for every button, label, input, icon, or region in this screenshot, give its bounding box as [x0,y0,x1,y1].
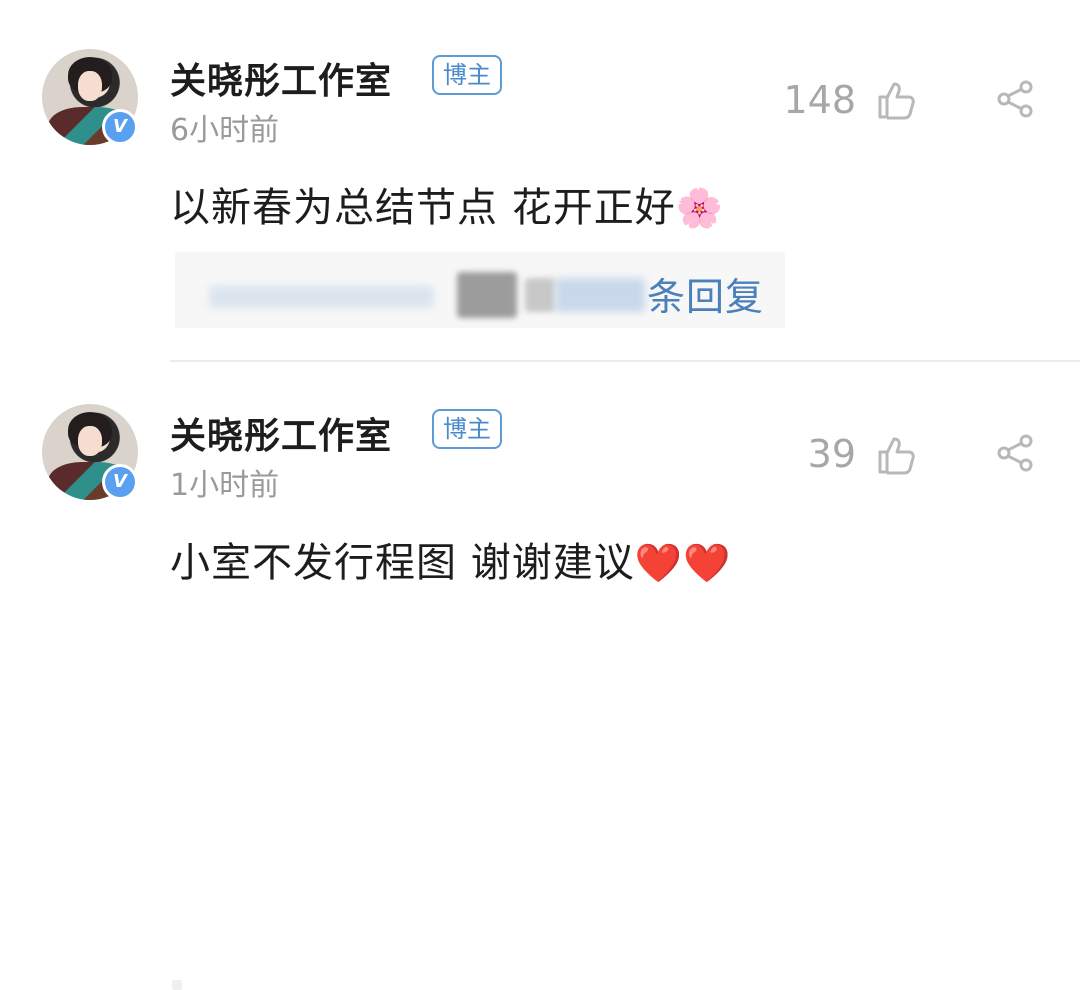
blurred-reply-count [555,278,645,312]
verified-icon: V [102,109,138,145]
thumbs-up-icon[interactable] [874,434,916,476]
reply-preview[interactable]: 条回复 [175,252,785,328]
like-count: 39 [807,432,856,476]
divider [172,980,182,990]
blogger-badge: 博主 [432,55,502,95]
author-name[interactable]: 关晓彤工作室 [170,52,392,104]
comment-text: 以新春为总结节点 花开正好🌸 [170,175,724,233]
comment-text: 小室不发行程图 谢谢建议❤️❤️ [170,530,731,588]
heart-icon: ❤️❤️ [634,541,732,585]
blurred-reply-text [525,278,555,312]
comment-time: 1小时前 [170,468,280,503]
comment-text-body: 小室不发行程图 谢谢建议 [170,540,635,586]
verified-icon: V [102,464,138,500]
comment-item: V 关晓彤工作室 博主 1小时前 39 小室不发行程图 谢谢建议❤️❤️ [0,380,1080,990]
avatar-face [78,71,102,101]
cherry-blossom-icon: 🌸 [675,186,725,230]
comment-text-body: 以新春为总结节点 花开正好 [170,185,676,231]
blurred-avatar [457,272,517,318]
share-icon[interactable] [995,79,1035,119]
author-name[interactable]: 关晓彤工作室 [170,407,392,459]
thumbs-up-icon[interactable] [874,79,916,121]
like-count: 148 [783,78,856,122]
avatar-face [78,426,102,456]
comment-time: 6小时前 [170,113,280,148]
blogger-badge: 博主 [432,409,502,449]
divider [170,360,1080,362]
blurred-reply-text [209,286,434,308]
comment-item: V 关晓彤工作室 博主 6小时前 148 以新春为总结节点 花开正好🌸 条回复 [0,0,1080,362]
share-icon[interactable] [995,433,1035,473]
reply-count-link[interactable]: 条回复 [647,266,764,321]
